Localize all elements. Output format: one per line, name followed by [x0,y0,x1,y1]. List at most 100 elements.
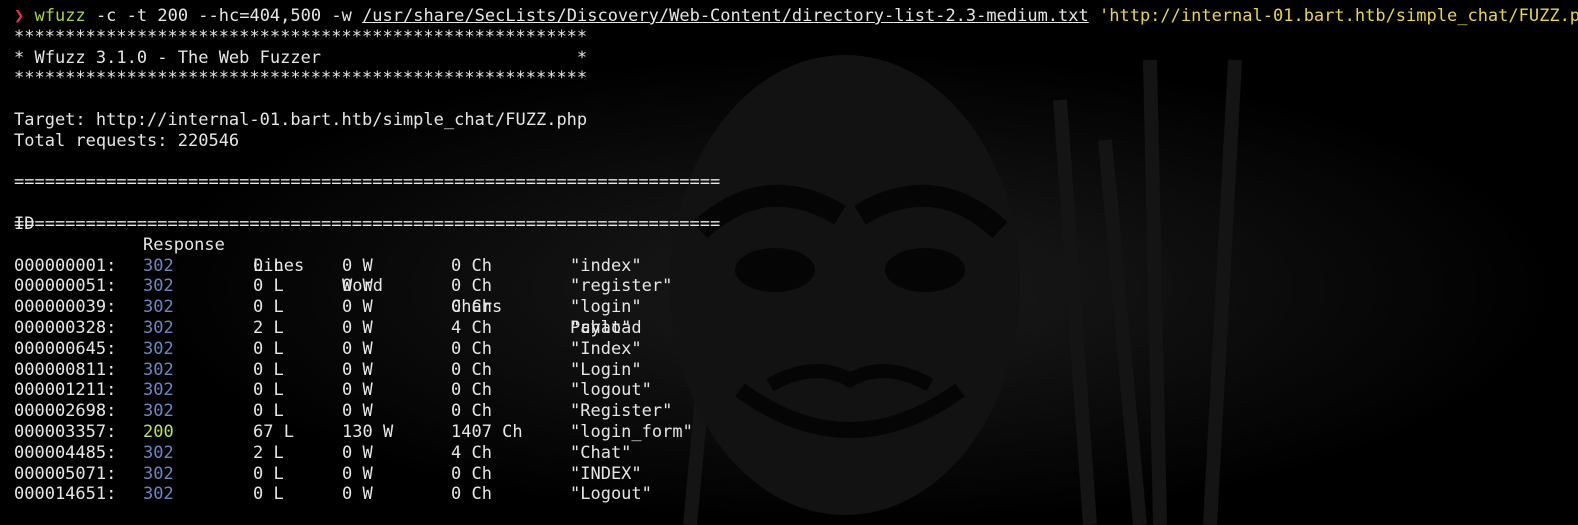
result-response: 302 [143,463,174,484]
result-chars: 0 Ch [451,255,492,276]
result-id: 000000039: [14,297,117,318]
total-requests-line: Total requests: 220546 [14,130,240,151]
result-chars: 0 Ch [451,380,492,401]
separator-bottom: ========================================… [14,213,721,234]
result-payload: "logout" [570,380,652,401]
result-row: 000000328: 302 2 L 0 W 4 Ch "chat" [14,318,1574,339]
result-chars: 0 Ch [451,484,492,505]
result-payload: "chat" [570,317,632,338]
result-payload: "register" [570,276,673,297]
result-payload: "index" [570,255,642,276]
result-id: 000000001: [14,255,117,276]
result-response: 302 [143,297,174,318]
result-id: 000004485: [14,442,117,463]
result-lines: 0 L [253,484,284,505]
wordlist-path: /usr/share/SecLists/Discovery/Web-Conten… [362,6,1089,26]
result-response: 302 [143,380,174,401]
result-word: 0 W [342,380,373,401]
result-id: 000014651: [14,484,117,505]
result-row: 000000645: 302 0 L 0 W 0 Ch "Index" [14,339,1574,360]
result-chars: 1407 Ch [451,421,523,442]
result-word: 0 W [342,255,373,276]
result-response: 302 [143,359,174,380]
result-payload: "login" [570,297,642,318]
result-response: 302 [143,338,174,359]
result-lines: 0 L [253,255,284,276]
result-word: 0 W [342,317,373,338]
result-id: 000000811: [14,359,117,380]
result-payload: "Index" [570,338,642,359]
result-chars: 4 Ch [451,442,492,463]
result-chars: 4 Ch [451,317,492,338]
command-args: -c -t 200 --hc=404,500 -w [95,6,352,26]
result-payload: "Chat" [570,442,632,463]
result-row: 000003357: 200 67 L 130 W 1407 Ch "login_form… [14,422,1574,443]
result-row: 000002698: 302 0 L 0 W 0 Ch "Register" [14,401,1574,422]
result-id: 000005071: [14,463,117,484]
result-payload: "login_form" [570,421,693,442]
result-id: 000000328: [14,317,117,338]
command-tool: wfuzz [34,6,86,26]
result-chars: 0 Ch [451,359,492,380]
result-row: 000000001: 302 0 L 0 W 0 Ch "index" [14,256,1574,277]
result-word: 130 W [342,421,394,442]
banner-border-bottom: ****************************************… [14,68,588,89]
result-id: 000002698: [14,401,117,422]
result-chars: 0 Ch [451,297,492,318]
result-response: 302 [143,255,174,276]
separator-top: ========================================… [14,172,721,193]
result-row: 000014651: 302 0 L 0 W 0 Ch "Logout" [14,484,1574,505]
result-row: 000000039: 302 0 L 0 W 0 Ch "login" [14,297,1574,318]
result-row: 000001211: 302 0 L 0 W 0 Ch "logout" [14,380,1574,401]
result-row: 000004485: 302 2 L 0 W 4 Ch "Chat" [14,443,1574,464]
result-lines: 0 L [253,338,284,359]
result-word: 0 W [342,442,373,463]
result-lines: 2 L [253,317,284,338]
target-line: Target: http://internal-01.bart.htb/simp… [14,109,588,130]
results-header-row: ID Response Lines Word Chars Payload [14,193,1574,338]
result-word: 0 W [342,401,373,422]
result-row: 000000051: 302 0 L 0 W 0 Ch "register" [14,276,1574,297]
result-id: 000001211: [14,380,117,401]
result-response: 302 [143,317,174,338]
result-word: 0 W [342,297,373,318]
result-row: 000000811: 302 0 L 0 W 0 Ch "Login" [14,360,1574,381]
result-lines: 0 L [253,380,284,401]
command-line: ❯ wfuzz -c -t 200 --hc=404,500 -w /usr/s… [14,6,1578,27]
result-word: 0 W [342,276,373,297]
result-response: 302 [143,442,174,463]
result-id: 000000051: [14,276,117,297]
result-lines: 2 L [253,442,284,463]
result-word: 0 W [342,484,373,505]
result-chars: 0 Ch [451,463,492,484]
banner-border-top: ****************************************… [14,26,588,47]
result-lines: 0 L [253,463,284,484]
target-url-arg: 'http://internal-01.bart.htb/simple_chat… [1099,6,1578,26]
result-chars: 0 Ch [451,401,492,422]
result-response: 200 [143,421,174,442]
result-lines: 67 L [253,421,294,442]
result-word: 0 W [342,359,373,380]
result-chars: 0 Ch [451,338,492,359]
result-payload: "Logout" [570,484,652,505]
result-payload: "Register" [570,401,673,422]
results-list: 000000001: 302 0 L 0 W 0 Ch "index" 000000051… [14,256,1574,506]
result-lines: 0 L [253,401,284,422]
result-response: 302 [143,276,174,297]
result-word: 0 W [342,463,373,484]
result-response: 302 [143,401,174,422]
result-lines: 0 L [253,359,284,380]
result-lines: 0 L [253,276,284,297]
result-row: 000005071: 302 0 L 0 W 0 Ch "INDEX" [14,464,1574,485]
prompt-arrow-icon: ❯ [14,6,25,26]
result-word: 0 W [342,338,373,359]
result-lines: 0 L [253,297,284,318]
result-id: 000000645: [14,338,117,359]
result-id: 000003357: [14,421,117,442]
banner-title: * Wfuzz 3.1.0 - The Web Fuzzer * [14,47,588,68]
result-payload: "Login" [570,359,642,380]
terminal-output: ❯ wfuzz -c -t 200 --hc=404,500 -w /usr/s… [14,6,1578,506]
